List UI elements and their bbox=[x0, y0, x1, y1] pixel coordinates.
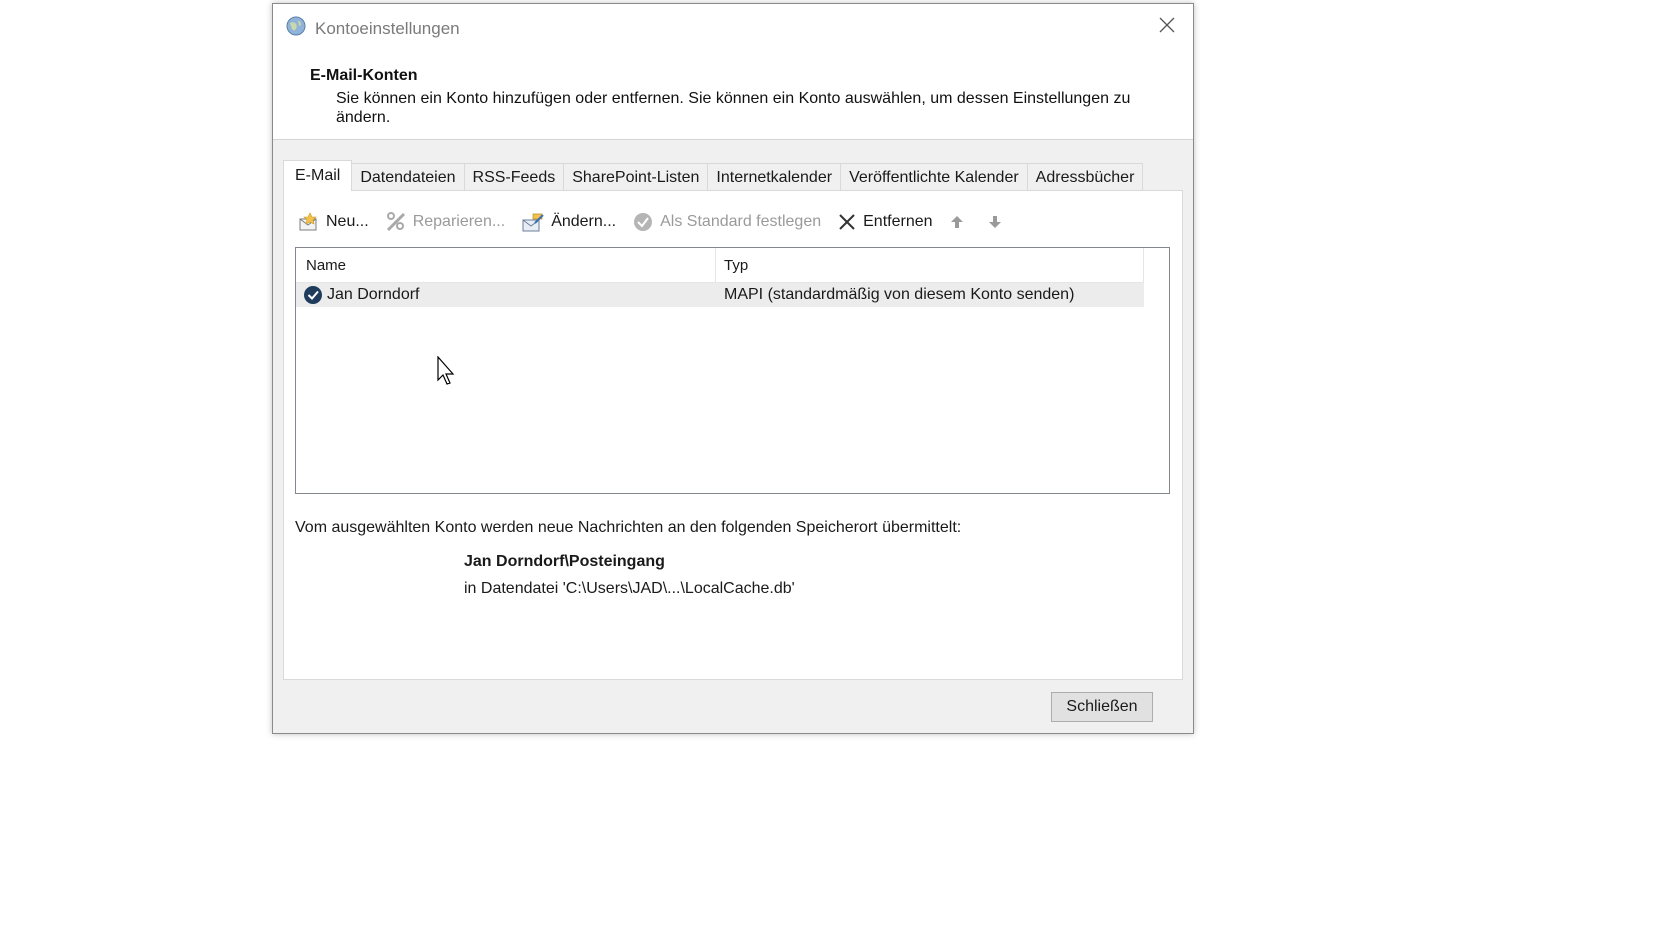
tab-rss-feeds[interactable]: RSS-Feeds bbox=[463, 163, 565, 191]
table-row[interactable]: Jan Dorndorf MAPI (standardmäßig von die… bbox=[296, 283, 1144, 307]
default-check-icon bbox=[304, 286, 322, 304]
window-close-button[interactable] bbox=[1151, 10, 1183, 40]
close-dialog-button[interactable]: Schließen bbox=[1051, 692, 1153, 722]
account-type: MAPI (standardmäßig von diesem Konto sen… bbox=[724, 286, 1075, 303]
account-toolbar: Neu... Reparieren... Ändern... Als Stand… bbox=[298, 207, 1025, 237]
change-account-label: Ändern... bbox=[551, 213, 617, 230]
email-tab-panel: Neu... Reparieren... Ändern... Als Stand… bbox=[283, 190, 1183, 680]
app-globe-icon bbox=[286, 16, 306, 36]
arrow-up-icon bbox=[950, 216, 963, 228]
section-title: E-Mail-Konten bbox=[310, 67, 418, 84]
account-name-cell: Jan Dorndorf bbox=[296, 285, 716, 305]
repair-account-label: Reparieren... bbox=[412, 213, 506, 230]
list-header: Name Typ bbox=[296, 248, 1144, 283]
section-description: Sie können ein Konto hinzufügen oder ent… bbox=[336, 90, 1131, 126]
close-icon bbox=[1159, 17, 1175, 33]
tab-address-books[interactable]: Adressbücher bbox=[1026, 163, 1144, 191]
move-up-button[interactable] bbox=[949, 214, 971, 230]
remove-account-button[interactable]: Entfernen bbox=[837, 212, 933, 232]
arrow-down-icon bbox=[988, 216, 1001, 228]
tab-published-calendars[interactable]: Veröffentlichte Kalender bbox=[840, 163, 1028, 191]
tab-internet-calendars[interactable]: Internetkalender bbox=[707, 163, 842, 191]
dialog-header-area: Kontoeinstellungen E-Mail-Konten Sie kön… bbox=[273, 4, 1193, 140]
delivery-info-text: Vom ausgewählten Konto werden neue Nachr… bbox=[295, 519, 962, 536]
check-circle-icon bbox=[634, 213, 653, 231]
new-mail-icon bbox=[299, 212, 317, 231]
set-default-label: Als Standard festlegen bbox=[660, 213, 822, 230]
new-account-button[interactable]: Neu... bbox=[298, 211, 369, 233]
window-title: Kontoeinstellungen bbox=[315, 19, 460, 38]
mouse-cursor-icon bbox=[437, 356, 455, 385]
account-name: Jan Dorndorf bbox=[327, 286, 420, 303]
change-account-button[interactable]: Ändern... bbox=[521, 211, 616, 233]
tab-sharepoint-lists[interactable]: SharePoint-Listen bbox=[563, 163, 709, 191]
tab-email[interactable]: E-Mail bbox=[283, 160, 353, 191]
delivery-data-file: in Datendatei 'C:\Users\JAD\...\LocalCac… bbox=[464, 580, 795, 597]
change-account-icon bbox=[522, 213, 544, 232]
column-header-name[interactable]: Name bbox=[296, 248, 716, 282]
remove-account-label: Entfernen bbox=[863, 213, 933, 230]
remove-x-icon bbox=[839, 214, 855, 230]
column-header-type[interactable]: Typ bbox=[716, 248, 1144, 282]
move-down-button[interactable] bbox=[987, 214, 1009, 230]
repair-tools-icon bbox=[386, 212, 405, 232]
set-default-button[interactable]: Als Standard festlegen bbox=[632, 211, 821, 233]
delivery-folder: Jan Dorndorf\Posteingang bbox=[464, 553, 665, 570]
tab-strip: E-Mail Datendateien RSS-Feeds SharePoint… bbox=[283, 160, 1144, 191]
repair-account-button[interactable]: Reparieren... bbox=[385, 211, 506, 233]
new-account-label: Neu... bbox=[326, 213, 369, 230]
tab-data-files[interactable]: Datendateien bbox=[351, 163, 465, 191]
accounts-list[interactable]: Name Typ Jan Dorndorf MAPI (standardmäßi… bbox=[295, 247, 1170, 494]
account-settings-dialog: Kontoeinstellungen E-Mail-Konten Sie kön… bbox=[272, 3, 1194, 734]
title-bar: Kontoeinstellungen bbox=[273, 4, 1193, 48]
